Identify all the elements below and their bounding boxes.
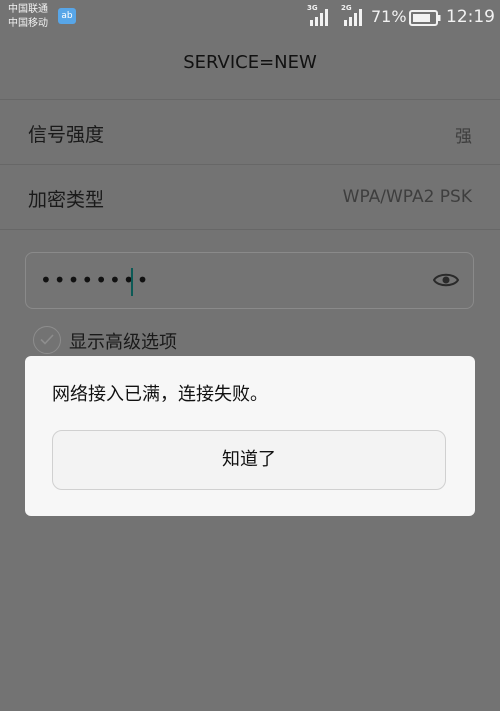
carrier-2: 中国移动	[8, 18, 48, 29]
divider	[0, 99, 500, 100]
signal-2g-icon: 2G	[341, 4, 365, 30]
signal-strength-label: 信号强度	[28, 124, 105, 146]
show-advanced-label[interactable]: 显示高级选项	[69, 328, 177, 354]
clock: 12:19	[446, 7, 495, 27]
network-title: SERVICE=NEW	[183, 52, 317, 73]
carrier-info: 中国联通 中国移动	[8, 3, 48, 31]
show-advanced-checkbox[interactable]	[33, 326, 61, 354]
divider	[0, 229, 500, 230]
encryption-type-value: WPA/WPA2 PSK	[342, 187, 472, 207]
text-cursor	[131, 268, 133, 296]
carrier-1: 中国联通	[8, 4, 48, 15]
divider	[0, 164, 500, 165]
connection-failed-dialog: 网络接入已满，连接失败。 知道了	[25, 356, 475, 516]
check-icon	[40, 334, 54, 345]
password-masked-value: ••••••••	[40, 268, 151, 292]
signal-strength-value: 强	[455, 127, 472, 147]
signal-3g-tag: 3G	[307, 4, 318, 12]
password-input[interactable]: ••••••••	[25, 252, 474, 309]
encryption-type-label: 加密类型	[28, 189, 105, 211]
signal-3g-icon: 3G	[307, 4, 331, 30]
dismiss-button[interactable]: 知道了	[52, 430, 446, 490]
app-notification-icon: ab	[58, 8, 76, 24]
battery-percent: 71%	[371, 7, 407, 26]
eye-icon[interactable]	[432, 271, 460, 293]
signal-2g-tag: 2G	[341, 4, 352, 12]
battery-icon	[409, 10, 441, 30]
status-bar: 中国联通 中国移动 ab 3G 2G 71% 12:19	[0, 0, 500, 36]
dialog-message: 网络接入已满，连接失败。	[52, 384, 268, 405]
